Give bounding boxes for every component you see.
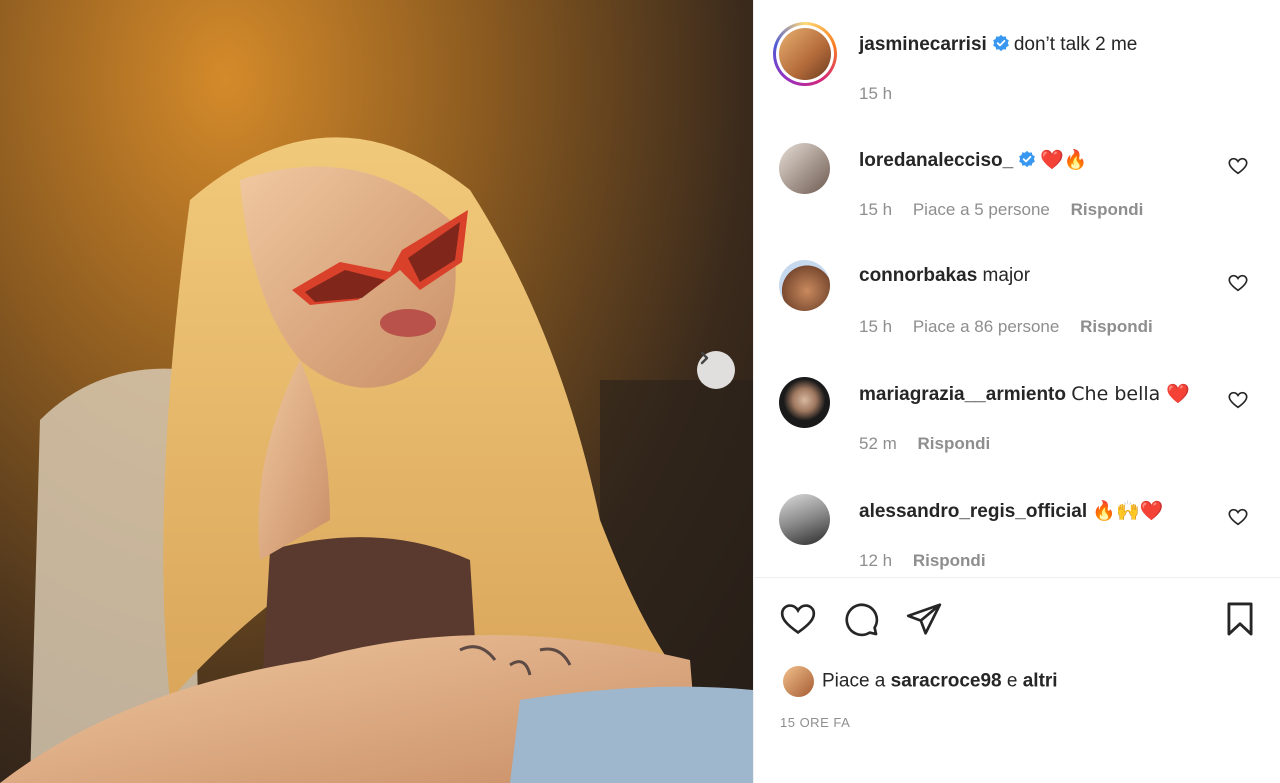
verified-badge-icon [1019,150,1036,168]
likes-connector: e [1006,670,1018,692]
reply-button[interactable]: Rispondi [1071,200,1144,219]
comment-like-heart-icon[interactable] [1227,389,1249,411]
liker-avatar[interactable] [783,666,814,697]
post-time: 15 h [859,84,893,103]
share-send-icon[interactable] [905,600,943,638]
verified-badge-icon [992,34,1009,52]
comment-text: major [982,265,1031,286]
next-photo-button[interactable] [697,351,735,389]
reply-button[interactable]: Rispondi [918,434,991,453]
likes-prefix: Piace a [822,670,886,692]
comment-bubble-icon[interactable] [842,600,880,638]
commenter-avatar[interactable] [779,260,830,311]
comment-time: 15 h [859,317,893,336]
likes-summary: Piace a saracroce98 e altri [783,666,1058,697]
commenter-username[interactable]: loredanalecciso_ [859,150,1013,171]
author-username[interactable]: jasminecarrisi [859,34,987,55]
comment-text: 🔥🙌❤️ [1092,500,1164,522]
commenter-username[interactable]: alessandro_regis_official [859,501,1087,522]
save-bookmark-icon[interactable] [1221,600,1259,638]
comment-likes[interactable]: Piace a 86 persone [913,317,1060,336]
post-caption: jasminecarrisi don’t talk 2 me [859,34,1137,56]
like-heart-icon[interactable] [779,600,817,638]
comment-like-heart-icon[interactable] [1227,155,1249,177]
post-photo [0,0,753,783]
comment-like-heart-icon[interactable] [1227,506,1249,528]
author-avatar[interactable] [773,22,837,86]
comment-text: ❤️🔥 [1040,149,1088,171]
commenter-username[interactable]: connorbakas [859,265,977,286]
comment-time: 52 m [859,434,897,453]
commenter-avatar[interactable] [779,377,830,428]
actions-divider [753,577,1280,578]
reply-button[interactable]: Rispondi [913,551,986,570]
commenter-avatar[interactable] [779,494,830,545]
comment-text: Che bella ❤️ [1071,383,1190,405]
commenter-username[interactable]: mariagrazia__armiento [859,384,1066,405]
comment-likes[interactable]: Piace a 5 persone [913,200,1050,219]
portrait-image [0,137,753,783]
reply-button[interactable]: Rispondi [1080,317,1153,336]
comment-time: 12 h [859,551,893,570]
posted-time: 15 ORE FA [780,715,851,730]
comment-like-heart-icon[interactable] [1227,272,1249,294]
commenter-avatar[interactable] [779,143,830,194]
caption-text: don’t talk 2 me [1013,34,1138,55]
likes-others-link[interactable]: altri [1023,671,1058,692]
chevron-right-icon [700,351,709,365]
liker-username[interactable]: saracroce98 [891,671,1002,692]
comment-time: 15 h [859,200,893,219]
